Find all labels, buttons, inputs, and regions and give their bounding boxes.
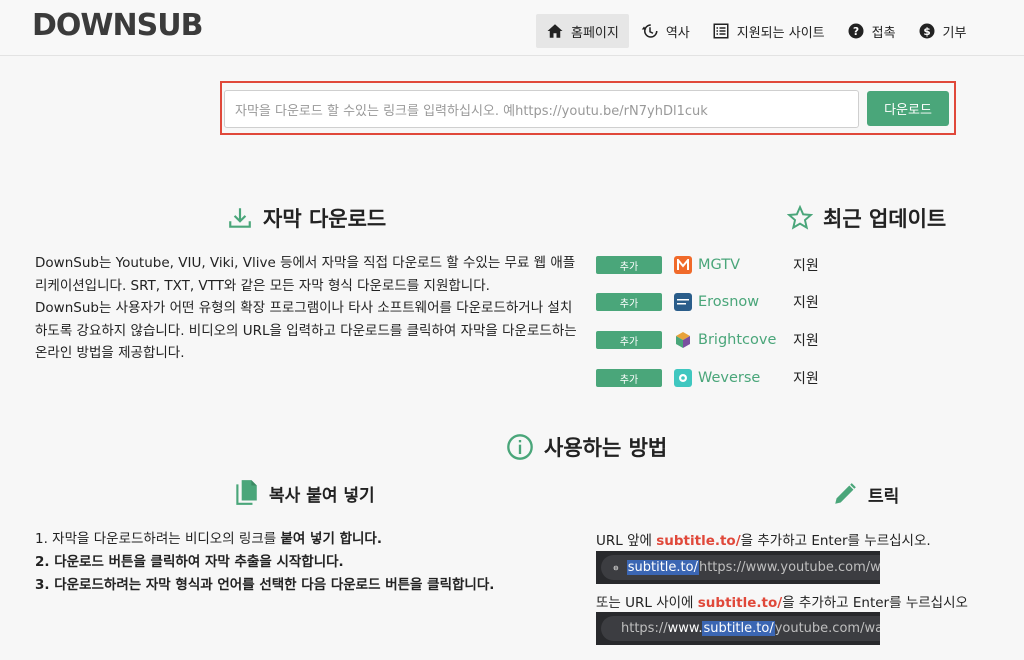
nav-history-label: 역사 [665,25,690,41]
added-badge: 추가 [596,256,662,274]
trick-2-a: 또는 URL 사이에 [596,595,698,611]
nav-supported-sites-label: 지원되는 사이트 [736,25,825,41]
trick-title-text: 트릭 [868,486,900,507]
download-description: DownSub는 Youtube, VIU, Viki, Vlive 등에서 자… [35,252,580,365]
url-example-2: https://www.subtitle.to/youtube.com/watc… [596,612,880,645]
pencil-icon [832,481,858,507]
support-status: 지원 [793,258,819,274]
url-1-rest: https://www.youtube.com/watc [698,560,880,575]
info-icon [506,433,534,461]
update-row: 추가 Brightcove 지원 [596,330,819,350]
nav-contact-label: 접촉 [871,25,896,41]
added-badge: 추가 [596,369,662,387]
update-row: 추가 Weverse 지원 [596,368,819,388]
site-name[interactable]: Brightcove [698,332,793,348]
updates-section-title-text: 최근 업데이트 [823,207,947,231]
trick-1-a: URL 앞에 [596,533,657,549]
trick-1-c: 을 추가하고 Enter를 누르십시오. [740,533,931,549]
nav-home-label: 홈페이지 [571,25,619,41]
update-row: 추가 MGTV 지원 [596,255,819,275]
copy-paste-title-text: 복사 붙여 넣기 [269,485,375,506]
star-icon [787,205,813,231]
url-bar: https://www.subtitle.to/youtube.com/watc… [601,616,880,641]
steps-list: 1. 자막을 다운로드하려는 비디오의 링크를 붙여 넣기 합니다. 2. 다운… [35,528,494,597]
added-badge: 추가 [596,293,662,311]
history-icon [641,22,659,40]
nav-supported-sites[interactable]: 지원되는 사이트 [702,14,835,48]
site-name[interactable]: Erosnow [698,294,793,310]
globe-icon [613,564,619,571]
url-example-1: subtitle.to/https://www.youtube.com/watc [596,551,880,584]
weverse-logo-icon [674,369,692,387]
url-2-b: www. [667,621,703,636]
copy-paste-title: 복사 붙여 넣기 [233,479,375,507]
nav-home[interactable]: 홈페이지 [536,14,629,48]
url-2-a: https:// [621,621,668,636]
logo[interactable]: DOWNSUB [32,8,203,43]
step-2-text: 2. 다운로드 버튼을 클릭하여 자막 추출을 시작합니다. [35,554,344,570]
copy-icon [233,479,259,507]
download-section-title: 자막 다운로드 [227,203,386,233]
header: DOWNSUB 홈페이지 역사 지원되는 사이트 ? 접촉 $ 기부 [0,0,1024,56]
description-paragraph-2: DownSub는 사용자가 어떤 유형의 확장 프로그램이나 타사 소프트웨어를… [35,300,577,361]
support-status: 지원 [793,333,819,349]
help-icon: ? [847,22,865,40]
url-2-highlight: subtitle.to/ [702,621,775,636]
search-area: 자막을 다운로드 할 수있는 링크를 입력하십시오. 예https://yout… [220,81,956,135]
site-name[interactable]: MGTV [698,257,793,273]
trick-2-text: 또는 URL 사이에 subtitle.to/을 추가하고 Enter를 누르십… [596,591,968,611]
howto-title: 사용하는 방법 [506,432,667,462]
trick-2-url: subtitle.to/ [697,595,783,611]
download-section-title-text: 자막 다운로드 [263,207,387,231]
support-status: 지원 [793,371,819,387]
nav-contact[interactable]: ? 접촉 [837,14,906,48]
erosnow-logo-icon [674,293,692,311]
download-icon [227,205,253,231]
svg-text:$: $ [923,26,930,38]
home-icon [546,22,564,40]
step-3-text: 3. 다운로드하려는 자막 형식과 언어를 선택한 다음 [35,577,331,593]
support-status: 지원 [793,295,819,311]
trick-1-text: URL 앞에 subtitle.to/을 추가하고 Enter를 누르십시오. [596,529,931,549]
howto-title-text: 사용하는 방법 [544,436,668,460]
mgtv-logo-icon [674,256,692,274]
update-row: 추가 Erosnow 지원 [596,292,819,312]
url-2-c: youtube.com/watch?v [774,621,880,636]
step-3-bold: 다운로드 버튼을 클릭합니다. [330,577,495,593]
trick-1-url: subtitle.to/ [656,533,741,549]
url-input[interactable]: 자막을 다운로드 할 수있는 링크를 입력하십시오. 예https://yout… [224,90,859,128]
url-1-highlight: subtitle.to/ [626,560,699,575]
svg-text:?: ? [853,26,859,38]
dollar-icon: $ [918,22,936,40]
trick-2-c: 을 추가하고 Enter를 누르십시오 [782,595,968,611]
nav-donate[interactable]: $ 기부 [908,14,977,48]
site-name[interactable]: Weverse [698,370,793,386]
brightcove-logo-icon [674,331,692,349]
step-3: 3. 다운로드하려는 자막 형식과 언어를 선택한 다음 다운로드 버튼을 클릭… [35,574,494,597]
step-1-text: 1. 자막을 다운로드하려는 비디오의 링크를 [35,531,281,547]
download-button[interactable]: 다운로드 [867,91,949,126]
step-1-bold: 붙여 넣기 합니다. [280,531,382,547]
added-badge: 추가 [596,331,662,349]
list-icon [712,22,730,40]
url-bar: subtitle.to/https://www.youtube.com/watc [601,555,880,580]
main-nav: 홈페이지 역사 지원되는 사이트 ? 접촉 $ 기부 [536,14,978,48]
description-paragraph-1: DownSub는 Youtube, VIU, Viki, Vlive 등에서 자… [35,255,576,294]
nav-donate-label: 기부 [942,25,967,41]
step-2: 2. 다운로드 버튼을 클릭하여 자막 추출을 시작합니다. [35,551,494,574]
step-1: 1. 자막을 다운로드하려는 비디오의 링크를 붙여 넣기 합니다. [35,528,494,551]
nav-history[interactable]: 역사 [631,14,700,48]
trick-title: 트릭 [832,481,899,507]
updates-section-title: 최근 업데이트 [787,203,946,233]
